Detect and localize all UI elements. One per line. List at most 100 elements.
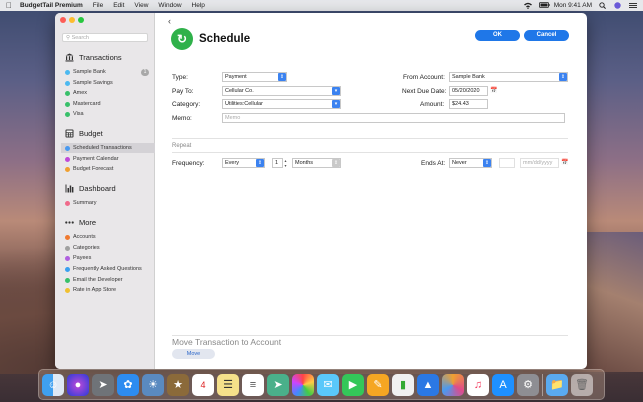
photo-icon[interactable]: ☀ xyxy=(142,373,164,396)
bank-icon xyxy=(65,53,74,62)
accounts-icon xyxy=(65,234,70,240)
divider xyxy=(172,335,568,336)
siri-icon[interactable] xyxy=(614,2,622,9)
bar-chart-icon xyxy=(65,184,74,193)
close-window-button[interactable] xyxy=(60,17,66,23)
zoom-window-button[interactable] xyxy=(78,17,84,23)
interval-field[interactable]: 1 xyxy=(272,158,283,168)
keynote-icon[interactable]: ▲ xyxy=(417,373,439,396)
wifi-icon[interactable] xyxy=(523,2,532,9)
sidebar-item-rate-app[interactable]: Rate in App Store xyxy=(61,285,155,295)
menu-bar:  BudgetTail Premium File Edit View Wind… xyxy=(0,0,643,11)
dock-separator xyxy=(542,373,543,396)
pages-icon[interactable]: ✎ xyxy=(367,373,389,396)
reminders-icon[interactable]: ≡ xyxy=(242,373,264,396)
type-value: Payment xyxy=(225,74,247,80)
ends-at-value: Never xyxy=(452,160,467,166)
back-chevron-icon[interactable]: ‹ xyxy=(168,16,171,26)
end-count-field[interactable] xyxy=(499,158,515,168)
ok-button[interactable]: OK xyxy=(475,30,520,41)
calendar-icon[interactable]: 📅 xyxy=(561,159,568,166)
section-transactions[interactable]: Transactions xyxy=(65,53,122,62)
safari-icon[interactable]: ✿ xyxy=(117,373,139,396)
section-dashboard[interactable]: Dashboard xyxy=(65,184,116,193)
maps-icon[interactable]: ➤ xyxy=(267,373,289,396)
sidebar-item-sample-savings[interactable]: Sample Savings xyxy=(61,78,155,88)
menu-edit[interactable]: Edit xyxy=(113,2,124,9)
downloads-folder-icon[interactable]: 📁 xyxy=(546,373,568,396)
sidebar-item-label: Email the Developer xyxy=(73,277,123,283)
calendar-icon[interactable]: 4 xyxy=(192,373,214,396)
frequency-select[interactable]: Every ⇕ xyxy=(222,158,265,168)
memo-field[interactable]: Memo xyxy=(222,113,565,123)
app-store-icon[interactable]: A xyxy=(492,373,514,396)
sidebar-item-accounts[interactable]: Accounts xyxy=(61,232,155,242)
sidebar-item-payment-calendar[interactable]: Payment Calendar xyxy=(61,154,155,164)
interval-stepper[interactable]: ▴ ▾ xyxy=(283,158,288,168)
system-preferences-icon[interactable]: ⚙ xyxy=(517,373,539,396)
sidebar-item-label: Visa xyxy=(73,111,84,117)
end-date-field[interactable]: mm/dd/yyyy xyxy=(520,158,559,168)
contacts-icon[interactable]: ★ xyxy=(167,373,189,396)
budgettail-icon[interactable] xyxy=(442,373,464,396)
sidebar-search-input[interactable]: ⚲ Search xyxy=(62,33,148,42)
frequency-label: Frequency: xyxy=(172,160,205,167)
menu-file[interactable]: File xyxy=(93,2,103,9)
menu-view[interactable]: View xyxy=(134,2,148,9)
sidebar-item-budget-forecast[interactable]: Budget Forecast xyxy=(61,164,155,174)
question-icon xyxy=(65,266,70,272)
menu-window[interactable]: Window xyxy=(158,2,181,9)
sidebar-item-label: Scheduled Transactions xyxy=(73,145,132,151)
sidebar-item-sample-bank[interactable]: Sample Bank 1 xyxy=(61,67,155,77)
sidebar-item-scheduled-transactions[interactable]: Scheduled Transactions xyxy=(61,143,155,153)
photos-icon[interactable] xyxy=(292,373,314,396)
clock[interactable]: Mon 9:41 AM xyxy=(554,2,592,9)
numbers-icon[interactable]: ▮ xyxy=(392,373,414,396)
from-account-label: From Account: xyxy=(403,74,445,81)
sidebar-item-mastercard[interactable]: Mastercard xyxy=(61,99,155,109)
cancel-button[interactable]: Cancel xyxy=(524,30,569,41)
unit-value: Months xyxy=(295,160,314,166)
sidebar-item-label: Payment Calendar xyxy=(73,156,119,162)
sidebar-item-faq[interactable]: Frequently Asked Questions xyxy=(61,264,155,274)
pay-to-combo[interactable]: Cellular Co. ▾ xyxy=(222,86,341,96)
finder-icon[interactable]: ☺ xyxy=(42,373,64,396)
spotlight-icon[interactable] xyxy=(599,2,607,9)
calendar-icon xyxy=(65,156,70,162)
launchpad-icon[interactable]: ➤ xyxy=(92,373,114,396)
menu-help[interactable]: Help xyxy=(192,2,205,9)
sidebar-item-summary[interactable]: Summary xyxy=(61,198,155,208)
section-title: Dashboard xyxy=(79,184,116,193)
category-combo[interactable]: Utilities:Cellular ▾ xyxy=(222,99,341,109)
minimize-window-button[interactable] xyxy=(69,17,75,23)
sidebar-item-categories[interactable]: Categories xyxy=(61,243,155,253)
notification-center-icon[interactable] xyxy=(629,2,637,9)
section-budget[interactable]: Budget xyxy=(65,129,103,138)
music-icon[interactable]: ♫ xyxy=(467,373,489,396)
sidebar-item-payees[interactable]: Payees xyxy=(61,253,155,263)
facetime-icon[interactable]: ▶ xyxy=(342,373,364,396)
trash-icon[interactable]: 🗑 xyxy=(571,373,593,396)
type-select[interactable]: Payment ⇕ xyxy=(222,72,287,82)
sidebar-item-amex[interactable]: Amex xyxy=(61,88,155,98)
calendar-icon[interactable]: 📅 xyxy=(490,87,497,94)
menu-app-name[interactable]: BudgetTail Premium xyxy=(20,2,83,9)
messages-icon[interactable]: ✉ xyxy=(317,373,339,396)
page-title: Schedule xyxy=(199,33,251,45)
sidebar-item-email-developer[interactable]: Email the Developer xyxy=(61,275,155,285)
sidebar-item-label: Sample Savings xyxy=(73,80,113,86)
battery-icon[interactable] xyxy=(538,2,550,9)
from-account-select[interactable]: Sample Bank ⇕ xyxy=(449,72,568,82)
siri-icon[interactable]: ● xyxy=(67,373,89,396)
notes-icon[interactable]: ☰ xyxy=(217,373,239,396)
sidebar: ⚲ Search Transactions Sample Bank 1 Samp… xyxy=(55,13,155,369)
move-button[interactable]: Move xyxy=(172,349,215,359)
next-due-date-field[interactable]: 05/20/2020 xyxy=(449,86,488,96)
repeat-heading: Repeat xyxy=(172,143,192,149)
apple-icon[interactable]:  xyxy=(6,1,12,10)
amount-field[interactable]: $24.43 xyxy=(449,99,488,109)
ends-at-select[interactable]: Never ⇕ xyxy=(449,158,492,168)
sidebar-item-visa[interactable]: Visa xyxy=(61,109,155,119)
unit-select[interactable]: Months ⇕ xyxy=(292,158,341,168)
section-more[interactable]: More xyxy=(65,218,96,227)
